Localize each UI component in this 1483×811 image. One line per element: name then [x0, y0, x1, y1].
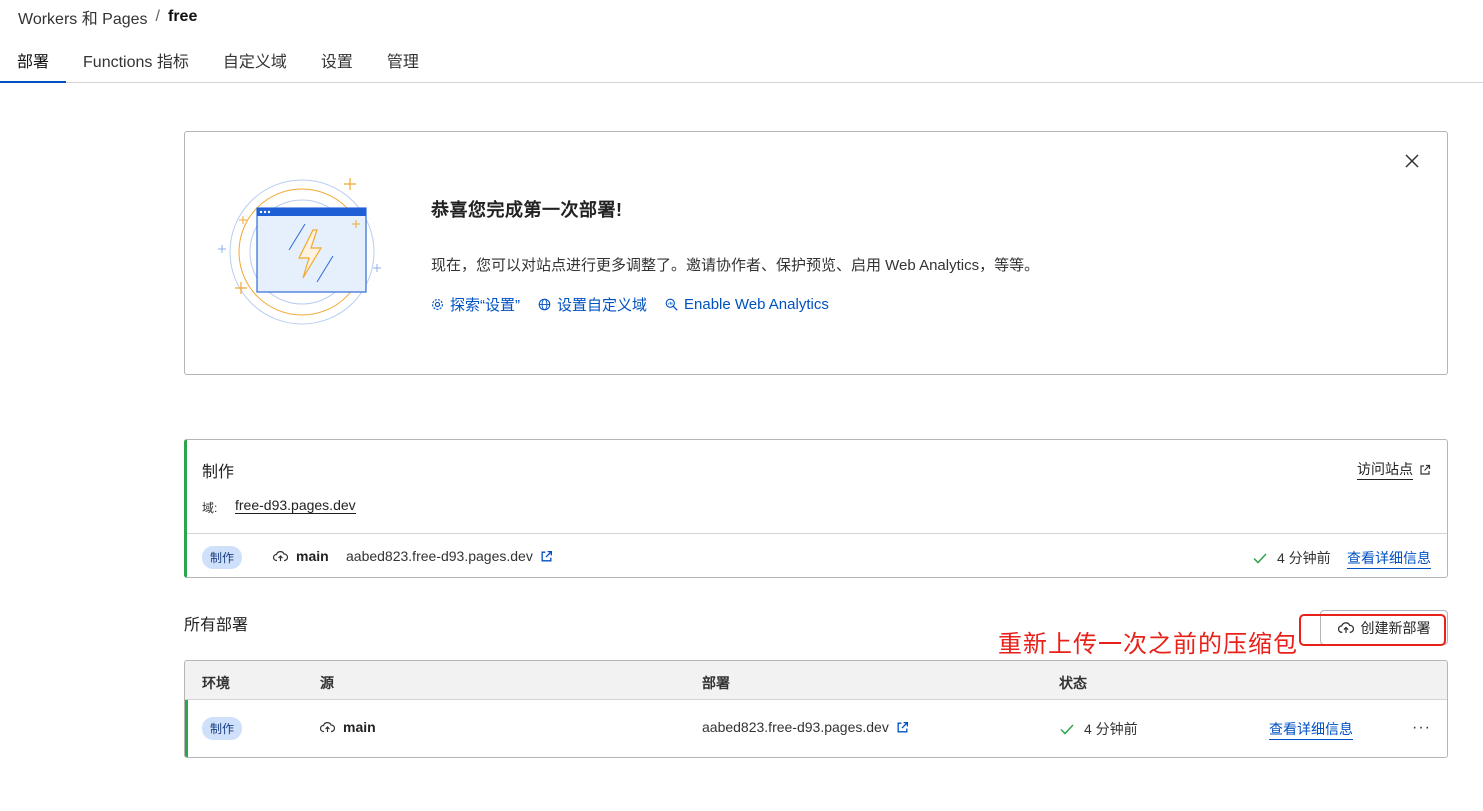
view-details-link[interactable]: 查看详细信息 [1347, 548, 1431, 569]
breadcrumb-separator: / [155, 8, 160, 25]
production-card: 制作 访问站点 域: free-d93.pages.dev 制作 main aa… [184, 439, 1448, 578]
view-details-link[interactable]: 查看详细信息 [1269, 719, 1353, 740]
cloud-upload-icon [273, 551, 288, 562]
column-header-environment: 环境 [202, 675, 230, 691]
environment-badge: 制作 [202, 717, 243, 740]
close-button[interactable] [1401, 150, 1423, 172]
tab-manage[interactable]: 管理 [370, 38, 436, 83]
tab-custom-domains[interactable]: 自定义域 [206, 38, 304, 83]
branch-name: main [296, 548, 329, 564]
enable-web-analytics-link[interactable]: Enable Web Analytics [665, 294, 829, 315]
tab-functions-metrics[interactable]: Functions 指标 [66, 38, 206, 83]
welcome-card: 恭喜您完成第一次部署! 现在，您可以对站点进行更多调整了。邀请协作者、保护预览、… [184, 131, 1448, 375]
table-header: 环境 源 部署 状态 [185, 661, 1447, 700]
external-link-icon [897, 721, 908, 732]
deployment-url-link[interactable]: aabed823.free-d93.pages.dev [702, 719, 909, 735]
breadcrumb-parent-link[interactable]: Workers 和 Pages [18, 5, 148, 29]
production-deployment-row: 制作 main aabed823.free-d93.pages.dev 4 分钟… [187, 534, 1447, 578]
column-header-deployment: 部署 [702, 675, 730, 691]
welcome-description: 现在，您可以对站点进行更多调整了。邀请协作者、保护预览、启用 Web Analy… [431, 257, 1040, 274]
production-domain-link[interactable]: free-d93.pages.dev [235, 497, 356, 514]
table-row: 制作 main aabed823.free-d93.pages.dev 4 分钟… [185, 700, 1447, 757]
check-icon [1253, 552, 1267, 564]
analytics-search-icon [665, 298, 678, 311]
domain-label: 域: [202, 501, 218, 515]
breadcrumb-current: free [167, 8, 198, 25]
deployment-url: aabed823.free-d93.pages.dev [702, 719, 889, 735]
tab-settings[interactable]: 设置 [304, 38, 370, 83]
branch-source: main [320, 719, 376, 735]
gear-icon [432, 299, 443, 310]
deployment-url-link[interactable]: aabed823.free-d93.pages.dev [346, 548, 553, 564]
environment-badge: 制作 [202, 546, 243, 569]
deployment-status: 4 分钟前 [1253, 548, 1331, 568]
deployment-time: 4 分钟前 [1084, 721, 1138, 737]
setup-custom-domain-link[interactable]: 设置自定义域 [538, 294, 647, 315]
welcome-links: 探索“设置” 设置自定义域 Enable Web Analytics [431, 294, 829, 315]
external-link-icon [541, 550, 552, 561]
more-options-icon[interactable]: ··· [1412, 719, 1431, 737]
explore-settings-link[interactable]: 探索“设置” [431, 294, 520, 315]
branch-name: main [343, 719, 376, 735]
cloud-upload-icon [1337, 622, 1354, 633]
column-header-source: 源 [320, 675, 334, 691]
explore-settings-label: 探索“设置” [450, 297, 520, 314]
column-header-status: 状态 [1059, 675, 1087, 691]
globe-icon [538, 298, 551, 311]
deployment-illustration [217, 170, 397, 335]
setup-custom-domain-label: 设置自定义域 [557, 297, 648, 314]
create-deployment-button[interactable]: 创建新部署 [1320, 610, 1448, 645]
branch-source: main [273, 548, 329, 564]
visit-site-link[interactable]: 访问站点 [1357, 459, 1431, 480]
close-icon [1405, 154, 1419, 168]
welcome-title: 恭喜您完成第一次部署! [431, 200, 623, 220]
deployment-time: 4 分钟前 [1277, 550, 1331, 566]
enable-web-analytics-label: Enable Web Analytics [684, 296, 829, 313]
tab-bar: 部署 Functions 指标 自定义域 设置 管理 [0, 38, 1483, 83]
deployments-table: 环境 源 部署 状态 制作 main aabed823.free-d93.pag… [184, 660, 1448, 758]
production-title: 制作 [202, 464, 235, 481]
cloud-upload-icon [320, 722, 335, 733]
tab-deployments[interactable]: 部署 [0, 38, 67, 83]
visit-site-label: 访问站点 [1357, 459, 1413, 480]
external-link-icon [1420, 464, 1431, 475]
deployment-url: aabed823.free-d93.pages.dev [346, 548, 533, 564]
check-icon [1060, 723, 1074, 735]
all-deployments-title: 所有部署 [184, 617, 249, 634]
annotation-text: 重新上传一次之前的压缩包 [998, 631, 1298, 658]
create-deployment-label: 创建新部署 [1360, 619, 1431, 636]
breadcrumb: Workers 和 Pages / free [18, 5, 197, 29]
deployment-status: 4 分钟前 [1060, 719, 1138, 739]
